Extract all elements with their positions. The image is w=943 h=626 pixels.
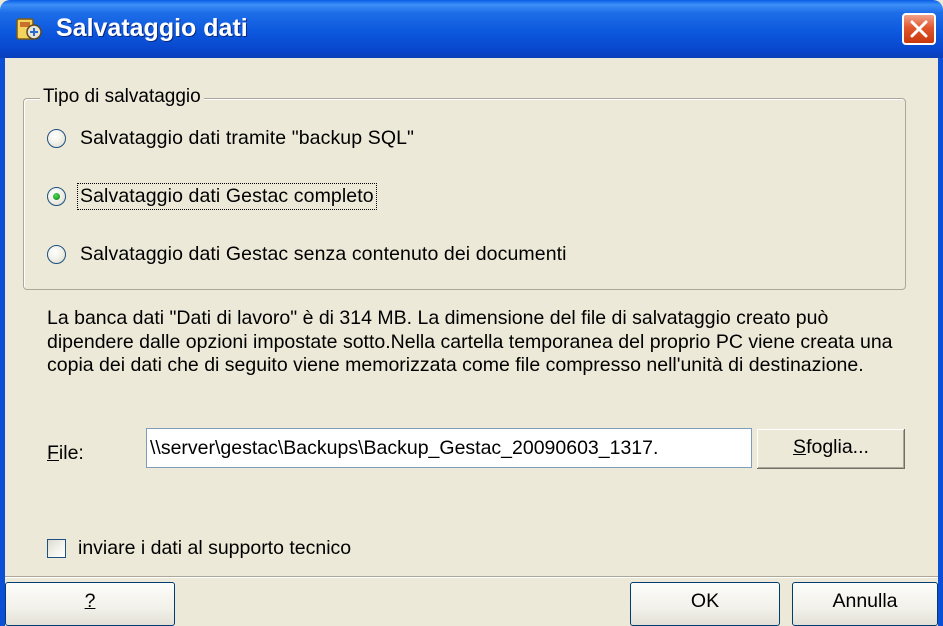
browse-button[interactable]: Sfoglia...: [757, 429, 905, 469]
backup-type-legend: Tipo di salvataggio: [40, 86, 204, 108]
file-path-input[interactable]: \\server\gestac\Backups\Backup_Gestac_20…: [146, 428, 752, 468]
send-to-support-label[interactable]: inviare i dati al supporto tecnico: [78, 537, 351, 560]
radio-no-documents-backup[interactable]: [47, 245, 66, 264]
file-label-rest: ile:: [58, 442, 84, 464]
backup-app-icon: [14, 14, 44, 44]
browse-button-label: foglia...: [806, 436, 869, 458]
radio-sql-backup[interactable]: [47, 129, 66, 148]
option-no-documents-backup-label[interactable]: Salvataggio dati Gestac senza contenuto …: [78, 242, 569, 267]
bottom-separator: [5, 576, 938, 578]
option-full-backup[interactable]: Salvataggio dati Gestac completo: [47, 183, 377, 210]
option-sql-backup[interactable]: Salvataggio dati tramite "backup SQL": [47, 126, 416, 151]
window-title: Salvataggio dati: [56, 14, 248, 42]
send-to-support-option[interactable]: inviare i dati al supporto tecnico: [47, 537, 351, 560]
dialog-window: Salvataggio dati Tipo di salvataggio Sal…: [0, 0, 943, 626]
file-label: File:: [47, 442, 84, 465]
help-button[interactable]: ?: [5, 582, 175, 626]
cancel-button[interactable]: Annulla: [792, 582, 938, 626]
title-bar[interactable]: Salvataggio dati: [0, 0, 943, 58]
option-full-backup-label[interactable]: Salvataggio dati Gestac completo: [77, 183, 377, 210]
option-sql-backup-label[interactable]: Salvataggio dati tramite "backup SQL": [78, 126, 416, 151]
window-frame-left: [0, 58, 5, 626]
window-frame-right: [938, 58, 943, 626]
database-info-text: La banca dati "Dati di lavoro" è di 314 …: [47, 307, 893, 376]
browse-button-accesskey: S: [793, 436, 807, 458]
close-button[interactable]: [902, 13, 936, 45]
ok-button[interactable]: OK: [630, 582, 780, 626]
close-icon: [910, 20, 928, 38]
option-no-documents-backup[interactable]: Salvataggio dati Gestac senza contenuto …: [47, 242, 569, 267]
help-button-label: ?: [84, 590, 96, 612]
radio-full-backup[interactable]: [47, 187, 66, 206]
send-to-support-checkbox[interactable]: [47, 539, 66, 558]
file-label-accesskey: F: [47, 442, 59, 464]
